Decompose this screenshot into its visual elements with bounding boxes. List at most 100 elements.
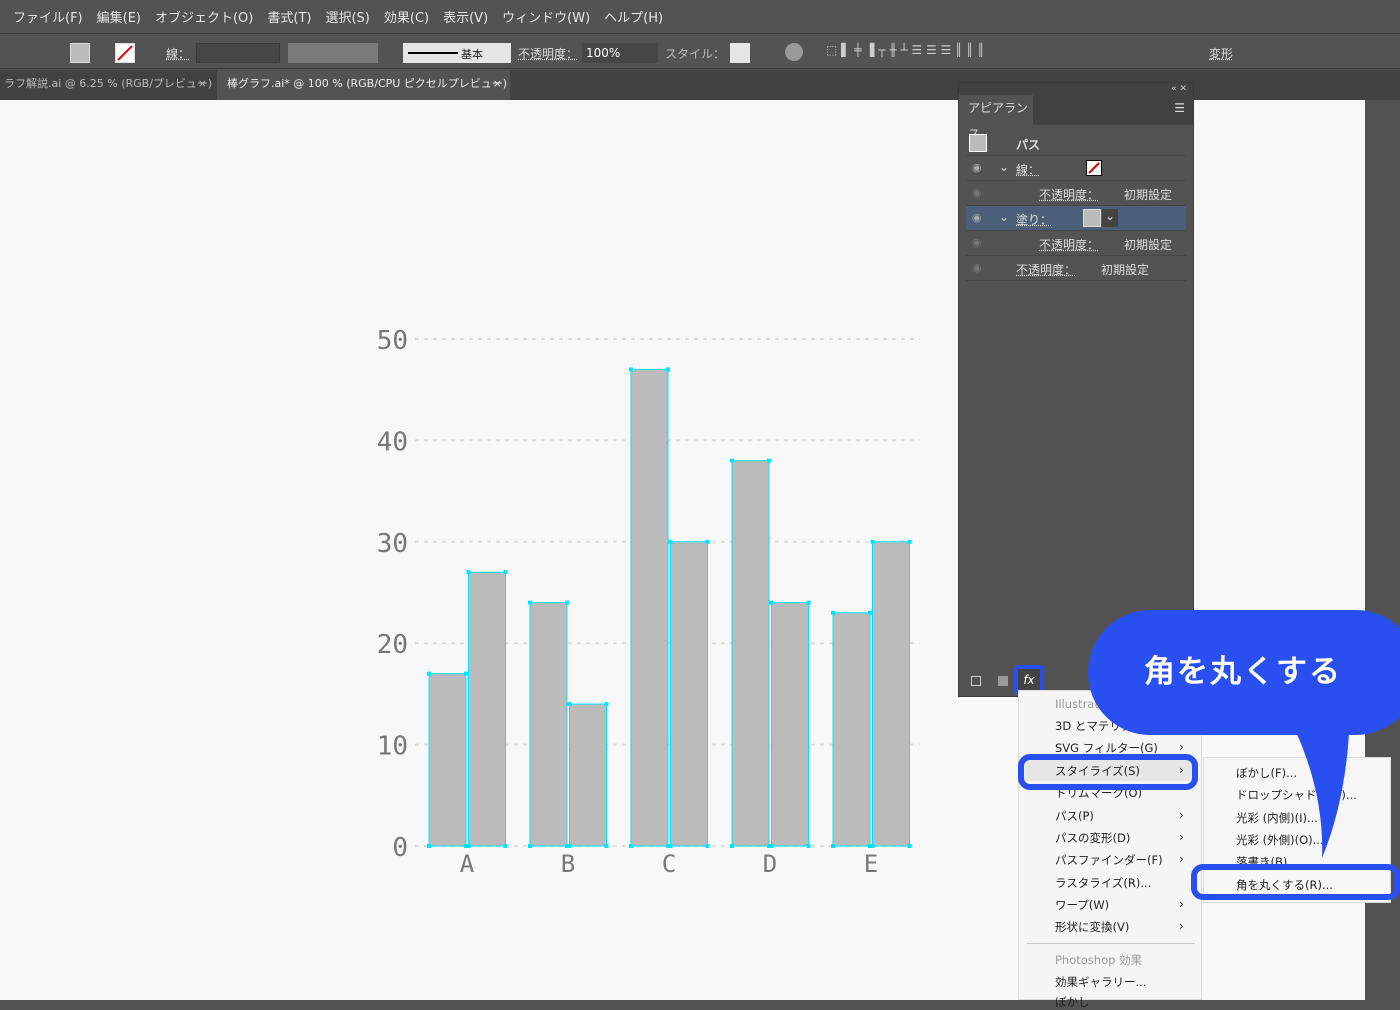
anchor-point: [504, 844, 508, 848]
anchor-point: [504, 570, 508, 574]
effects-menu: Illustrator 効果3D とマテリアルSVG フィルター(G)›スタイラ…: [1018, 690, 1202, 1000]
menu-header: Photoshop 効果: [1055, 952, 1142, 968]
anchor-point: [568, 702, 572, 706]
anchor-point: [767, 459, 771, 463]
y-tick-label: 10: [377, 732, 408, 762]
x-tick-label: C: [662, 850, 676, 878]
chevron-right-icon: ›: [1179, 830, 1184, 844]
opacity-input[interactable]: 100%: [582, 43, 658, 63]
y-tick-label: 0: [392, 833, 408, 863]
menu-item[interactable]: 形状に変換(V): [1055, 919, 1129, 935]
menu-item[interactable]: 表示(V): [436, 7, 495, 26]
stroke-row: 線：: [1016, 161, 1040, 178]
anchor-point: [629, 367, 633, 371]
chevron-right-icon: ›: [1179, 740, 1184, 754]
stroke-label: 線：: [166, 45, 190, 65]
transform-link[interactable]: 変形: [1209, 45, 1233, 65]
anchor-point: [908, 540, 912, 544]
chevron-right-icon: ›: [1179, 808, 1184, 822]
close-icon: ×: [198, 70, 207, 98]
menu-item[interactable]: ラスタライズ(R)...: [1055, 875, 1151, 891]
anchor-point: [528, 844, 532, 848]
anchor-point: [565, 601, 569, 605]
anchor-point: [770, 601, 774, 605]
anchor-point: [464, 672, 468, 676]
menu-item[interactable]: パス(P): [1055, 808, 1094, 824]
anchor-point: [730, 459, 734, 463]
menu-item[interactable]: 効果ギャラリー...: [1055, 974, 1146, 990]
menu-item[interactable]: 書式(T): [260, 7, 318, 26]
tab-appearance[interactable]: アピアランス: [959, 95, 1033, 125]
chevron-right-icon: ›: [1179, 852, 1184, 866]
anchor-point: [629, 844, 633, 848]
align-icons[interactable]: ⬚ ▌ ╪ ▐ ┬ ╫ ┴ ☰ ☰ ☰ ║ ║ ║: [826, 43, 984, 63]
y-tick-label: 50: [377, 326, 408, 356]
menu-item[interactable]: ファイル(F): [6, 7, 90, 26]
stroke-weight-input[interactable]: [196, 43, 280, 63]
control-bar: 線： 基本 不透明度： 100% スタイル： ⬚ ▌ ╪ ▐ ┬ ╫ ┴ ☰ ☰…: [0, 35, 1400, 69]
style-swatch[interactable]: [730, 43, 750, 63]
anchor-point: [669, 540, 673, 544]
bar-D-1: [732, 461, 769, 846]
chevron-down-icon: ⌄: [1102, 209, 1118, 227]
y-tick-label: 40: [377, 427, 408, 457]
fill-row[interactable]: ◉ ⌄ 塗り： ⌄: [966, 206, 1186, 231]
appearance-panel: « ✕ アピアランス☰ パス ◉⌄線： ◉不透明度：初期設定 ◉⌄塗り：⌄ ◉不…: [958, 82, 1194, 697]
anchor-point: [427, 844, 431, 848]
anchor-point: [871, 844, 875, 848]
anchor-point: [706, 844, 710, 848]
menu-item[interactable]: オブジェクト(O): [148, 7, 260, 26]
anchor-point: [730, 844, 734, 848]
anchor-point: [669, 844, 673, 848]
anchor-point: [908, 844, 912, 848]
chevron-right-icon: ›: [1179, 897, 1184, 911]
menu-item[interactable]: 選択(S): [318, 7, 376, 26]
stroke-none-swatch[interactable]: [1086, 160, 1102, 176]
eye-icon[interactable]: ◉: [972, 161, 982, 174]
brush-select[interactable]: 基本: [403, 43, 511, 63]
callout-bubble: 角を丸くする: [1088, 610, 1400, 735]
fill-swatch: [1083, 209, 1101, 227]
anchor-point: [568, 844, 572, 848]
bar-A-2: [469, 572, 506, 846]
panel-menu-icon[interactable]: ☰: [1174, 101, 1185, 115]
bar-chart: 0 10 20 30 40 50 A B C D E: [0, 100, 1000, 1000]
anchor-point: [871, 540, 875, 544]
menu-item[interactable]: パスファインダー(F): [1055, 852, 1163, 868]
anchor-point: [528, 601, 532, 605]
menu-item[interactable]: ウィンドウ(W): [495, 7, 597, 26]
bar-B-2: [570, 704, 607, 846]
anchor-point: [807, 601, 811, 605]
menu-item[interactable]: ぼかし: [1055, 994, 1090, 1010]
menu-bar: ファイル(F) 編集(E) オブジェクト(O) 書式(T) 選択(S) 効果(C) 表示(V…: [0, 0, 1400, 34]
add-stroke-icon[interactable]: [971, 676, 981, 686]
chevron-right-icon: ›: [1179, 919, 1184, 933]
panel-controls[interactable]: « ✕: [959, 83, 1193, 95]
anchor-point: [427, 672, 431, 676]
menu-item[interactable]: ヘルプ(H): [597, 7, 670, 26]
menu-item[interactable]: ワープ(W): [1055, 897, 1109, 913]
style-label: スタイル：: [665, 45, 725, 65]
fill-swatch[interactable]: [70, 43, 90, 63]
menu-item[interactable]: 効果(C): [377, 7, 436, 26]
anchor-point: [467, 844, 471, 848]
bar-A-1: [429, 674, 466, 846]
menu-item[interactable]: 編集(E): [90, 7, 148, 26]
highlight-stylize: [1018, 754, 1198, 790]
menu-item[interactable]: パスの変形(D): [1055, 830, 1130, 846]
add-fill-icon[interactable]: [998, 676, 1008, 686]
bar-C-2: [671, 542, 708, 846]
tab-doc-1[interactable]: ラフ解説.ai @ 6.25 % (RGB/プレビュー) ×: [0, 70, 215, 100]
bar-B-1: [530, 603, 567, 846]
divider: [1027, 943, 1195, 944]
anchor-point: [807, 844, 811, 848]
y-tick-label: 20: [377, 630, 408, 660]
x-tick-label: A: [460, 850, 475, 878]
stroke-swatch[interactable]: [115, 43, 135, 63]
tab-doc-2[interactable]: 棒グラフ.ai* @ 100 % (RGB/CPU ピクセルプレビュー) ×: [217, 70, 510, 100]
anchor-point: [831, 844, 835, 848]
recolor-icon[interactable]: [785, 43, 803, 61]
anchor-point: [666, 367, 670, 371]
variable-width-select[interactable]: [288, 43, 378, 63]
opacity-label: 不透明度：: [518, 45, 578, 65]
